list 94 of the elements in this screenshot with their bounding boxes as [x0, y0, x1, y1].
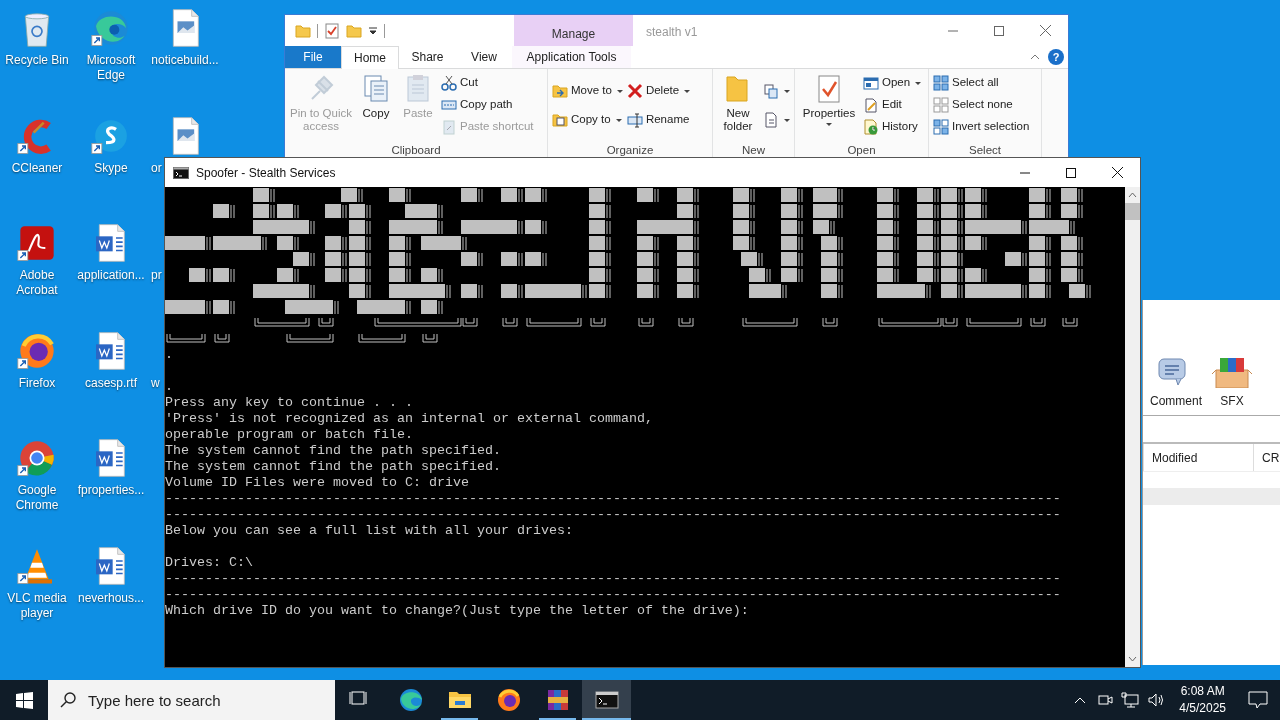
windows-logo-icon [15, 691, 33, 709]
delete-icon [626, 83, 643, 99]
new-item-icon [763, 83, 779, 99]
chrome-browser-icon[interactable] [17, 438, 57, 479]
ribbon-button[interactable]: Properties [799, 73, 859, 142]
rename-icon [626, 112, 643, 128]
terminal-icon [594, 688, 619, 712]
console-line: . [165, 347, 174, 363]
ribbon-button[interactable]: Move to [552, 83, 623, 99]
chevron-up-icon[interactable] [1074, 696, 1087, 704]
column-header[interactable]: Modified [1143, 444, 1253, 471]
console-line: Which drive ID do you want to change?(Just type the letter of the drive): [165, 603, 750, 619]
shortcut-icon [441, 119, 457, 135]
ribbon-button[interactable] [763, 112, 790, 128]
ribbon-button[interactable]: Rename [626, 112, 691, 128]
collapse-ribbon-icon[interactable] [1030, 54, 1040, 60]
window-icon [863, 75, 879, 91]
maximize-icon [994, 25, 1004, 36]
console-line: Below you can see a full list with all your drives: [165, 523, 574, 539]
archive-box-icon [1212, 356, 1252, 388]
ribbon-tab[interactable]: Application Tools [512, 46, 631, 68]
copy-icon [361, 73, 391, 103]
console-line: 'Press' is not recognized as an internal or external command, [165, 411, 654, 427]
camera-icon[interactable] [1097, 692, 1114, 708]
folder-copy-icon [552, 112, 568, 128]
ribbon-button[interactable]: Copy to [552, 112, 623, 128]
close-icon [1039, 25, 1051, 36]
toolbar-button[interactable]: SFX [1212, 356, 1252, 410]
help-button[interactable]: ? [1048, 49, 1064, 65]
notification-icon[interactable] [1248, 691, 1268, 709]
close-icon [1111, 167, 1123, 178]
path-icon [441, 97, 457, 113]
empty-grid-icon [933, 97, 949, 113]
ribbon-button[interactable]: Invert selection [933, 119, 1030, 135]
ribbon-tab[interactable]: Share [399, 46, 456, 68]
checker-grid-icon [933, 119, 949, 135]
ribbon-group-label: Organize [605, 143, 655, 158]
console-line: Volume ID Files were moved to C: drive [165, 475, 470, 491]
taskbar-button[interactable] [582, 680, 631, 720]
ribbon-tab[interactable]: File [285, 46, 341, 68]
ribbon-tab[interactable]: Home [341, 46, 399, 69]
scrollbar[interactable] [1125, 187, 1140, 667]
ribbon-button[interactable]: Copy path [441, 97, 534, 113]
folder-arrow-icon [552, 83, 568, 99]
search-field[interactable]: Type here to search [48, 680, 335, 720]
ribbon-tab[interactable]: View [456, 46, 512, 68]
column-header[interactable]: CR [1253, 444, 1280, 471]
console-line: Press any key to continue . . . [165, 395, 414, 411]
ribbon-button[interactable]: Copy [357, 73, 395, 142]
ribbon-button[interactable]: History [863, 119, 922, 135]
window-title: stealth v1 [645, 24, 698, 41]
archive-books-icon [545, 688, 570, 712]
console-line: ---------------------------------------------------------------------------------------------------------------- [165, 571, 1062, 587]
grid-icon [933, 75, 949, 91]
ribbon-button[interactable]: Select none [933, 97, 1030, 113]
ribbon-button[interactable]: Edit [863, 97, 922, 113]
context-tab-header: Manage [514, 15, 633, 46]
dropdown-arrow-icon[interactable] [368, 25, 378, 36]
speaker-icon[interactable] [1147, 692, 1166, 708]
clock-page-icon [863, 119, 879, 135]
console-line: ---------------------------------------------------------------------------------------------------------------- [165, 491, 1062, 507]
clock[interactable]: 6:08 AM 4/5/2025 [1169, 683, 1236, 717]
scroll-thumb[interactable] [1125, 203, 1140, 220]
pdf-reader-icon[interactable] [17, 223, 57, 264]
toolbar-button[interactable]: Comment [1150, 356, 1202, 410]
console-line: Drives: C:\ [165, 555, 254, 571]
ribbon-button[interactable]: Cut [441, 75, 534, 91]
ribbon-button[interactable]: Open [863, 75, 922, 91]
ribbon-button[interactable] [763, 83, 790, 99]
scissors-icon [441, 75, 457, 91]
ribbon-group-label: Clipboard [390, 143, 442, 158]
network-icon[interactable] [1121, 692, 1140, 708]
pencil-page-icon [863, 97, 879, 113]
console-line: . [165, 379, 174, 395]
search-icon [60, 692, 76, 708]
terminal-icon [173, 166, 189, 179]
ribbon-button[interactable]: New folder [717, 73, 759, 142]
checklist-icon[interactable] [324, 22, 340, 39]
ribbon-group-label: Select [968, 143, 1002, 158]
maximize-icon [1066, 167, 1076, 178]
console-line: ---------------------------------------------------------------------------------------------------------------- [165, 507, 1062, 523]
browser-wave-icon[interactable] [91, 8, 131, 48]
console-line: The system cannot find the path specified. [165, 443, 502, 459]
console-line: The system cannot find the path specified. [165, 459, 502, 475]
console-line: operable program or batch file. [165, 427, 414, 443]
ribbon-button[interactable]: Select all [933, 75, 1030, 91]
browser-wave-icon [398, 688, 423, 712]
browser-fox-icon [496, 688, 521, 712]
page-icon [763, 112, 779, 128]
ribbon-button[interactable]: Delete [626, 83, 691, 99]
window-title: Spoofer - Stealth Services [196, 164, 336, 182]
ribbon-group-label: New [741, 143, 766, 158]
console-line: ---------------------------------------------------------------------------------------------------------------- [165, 587, 1062, 603]
ribbon-group-label: Open [846, 143, 877, 158]
